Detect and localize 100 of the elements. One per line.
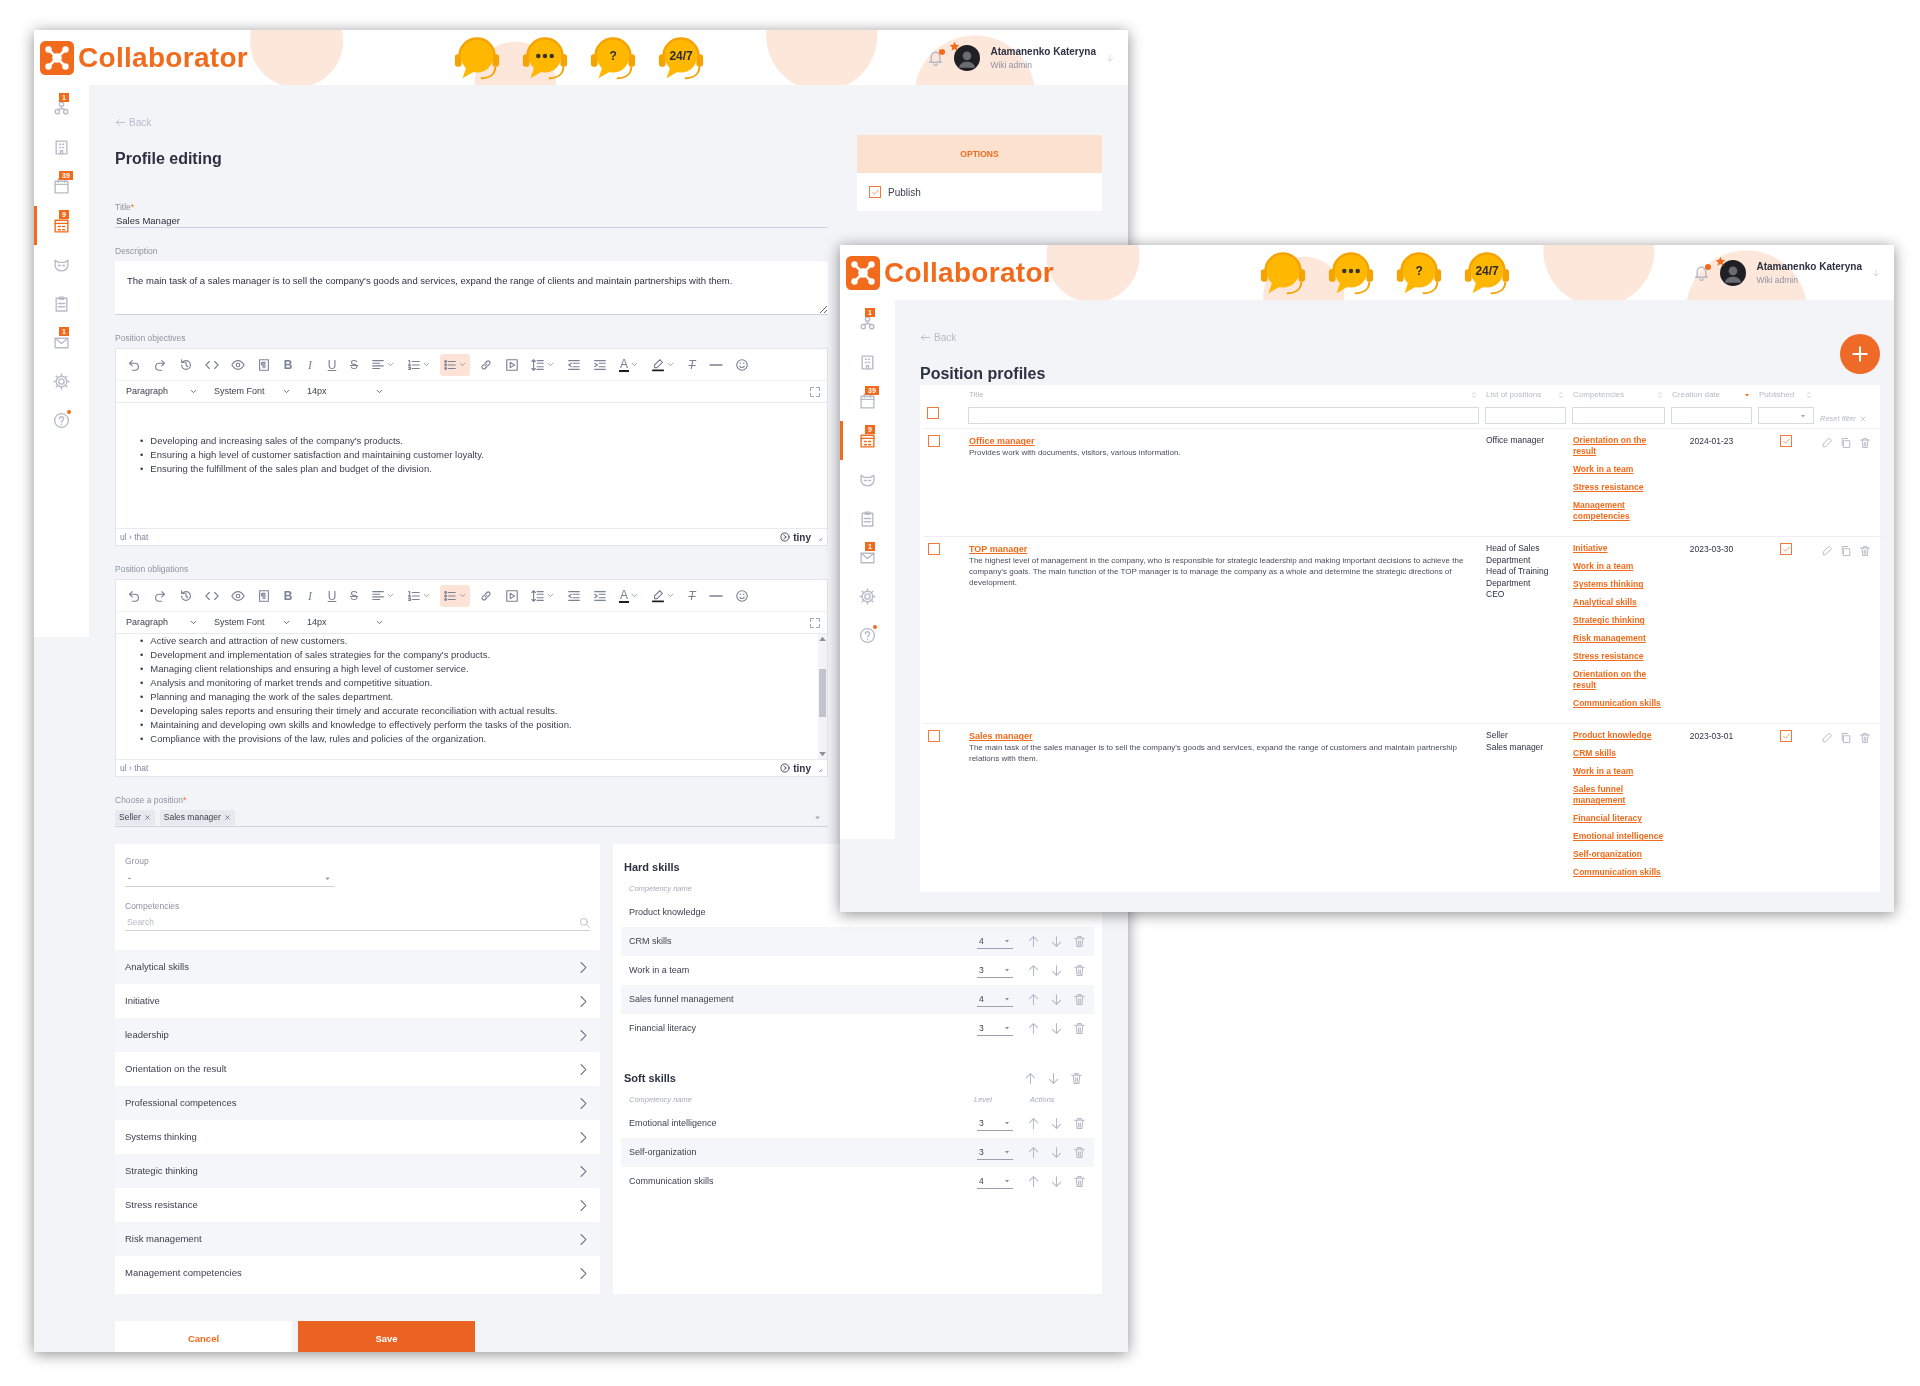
move-down-icon[interactable] — [1050, 964, 1063, 977]
group-select[interactable]: - — [125, 871, 335, 887]
title-field[interactable]: Sales Manager — [115, 213, 828, 228]
avatar[interactable] — [954, 44, 981, 71]
headset-button[interactable]: 24/7 — [652, 32, 711, 83]
published-checkbox[interactable] — [1780, 435, 1792, 448]
move-down-icon[interactable] — [1050, 935, 1063, 948]
delete-icon[interactable] — [1073, 1146, 1086, 1159]
remove-icon[interactable] — [223, 814, 231, 821]
scroll-thumb[interactable] — [819, 669, 826, 717]
level-select[interactable]: 4 — [977, 1174, 1013, 1189]
profile-title-link[interactable]: Sales manager — [969, 730, 1478, 743]
competency-link[interactable]: CRM skills — [1573, 748, 1664, 760]
toolbar-button[interactable]: I — [302, 584, 318, 607]
position-select[interactable]: Seller Sales manager — [115, 809, 828, 827]
add-button[interactable] — [1840, 334, 1880, 374]
competency-link[interactable]: Emotional intelligence — [1573, 831, 1664, 843]
delete-icon[interactable] — [1073, 1175, 1086, 1188]
delete-icon[interactable] — [1859, 732, 1871, 745]
headset-button[interactable]: 24/7 — [1458, 247, 1517, 298]
competency-link[interactable]: Communication skills — [1573, 698, 1664, 710]
toolbar-button[interactable]: U — [324, 584, 340, 607]
caret-icon[interactable] — [813, 813, 822, 822]
move-up-icon[interactable] — [1027, 1117, 1040, 1130]
move-down-icon[interactable] — [1050, 1117, 1063, 1130]
level-select[interactable]: 3 — [977, 1021, 1013, 1036]
sort-icon[interactable] — [1805, 391, 1813, 399]
competency-link[interactable]: Stress resistance — [1573, 651, 1664, 663]
delete-icon[interactable] — [1859, 545, 1871, 558]
edit-icon[interactable] — [1821, 732, 1833, 745]
toolbar-button[interactable]: T — [684, 353, 700, 376]
toolbar-button[interactable]: S — [346, 584, 362, 607]
delete-icon[interactable] — [1073, 964, 1086, 977]
competency-item[interactable]: Strategic thinking — [115, 1154, 600, 1188]
row-checkbox[interactable] — [928, 730, 940, 743]
edit-icon[interactable] — [1821, 437, 1833, 450]
scroll-up-icon[interactable] — [819, 636, 826, 641]
avatar[interactable] — [1720, 259, 1747, 286]
level-select[interactable]: 3 — [977, 963, 1013, 978]
move-up-icon[interactable] — [1024, 1071, 1037, 1085]
filter-field[interactable] — [1485, 407, 1566, 425]
competency-item[interactable]: Analytical skills — [115, 950, 600, 984]
move-up-icon[interactable] — [1027, 993, 1040, 1006]
copy-icon[interactable] — [1840, 545, 1852, 558]
competency-link[interactable]: Management competencies — [1573, 500, 1664, 523]
toolbar-button[interactable]: B — [280, 584, 296, 607]
delete-icon[interactable] — [1073, 1117, 1086, 1130]
scroll-down-icon[interactable] — [819, 752, 826, 757]
competency-link[interactable]: Sales funnel management — [1573, 784, 1664, 807]
row-checkbox[interactable] — [928, 543, 940, 556]
edit-icon[interactable] — [1821, 545, 1833, 558]
competency-link[interactable]: Product knowledge — [1573, 730, 1664, 742]
competency-item[interactable]: Professional competences — [115, 1086, 600, 1120]
competency-link[interactable]: Self-organization — [1573, 849, 1664, 861]
competency-item[interactable]: Risk management — [115, 1222, 600, 1256]
competency-link[interactable]: Analytical skills — [1573, 597, 1664, 609]
headset-button[interactable]: ? — [1390, 247, 1449, 298]
delete-icon[interactable] — [1073, 1022, 1086, 1035]
move-up-icon[interactable] — [1027, 935, 1040, 948]
copy-icon[interactable] — [1840, 437, 1852, 450]
move-down-icon[interactable] — [1050, 1175, 1063, 1188]
move-down-icon[interactable] — [1047, 1071, 1060, 1085]
toolbar-button[interactable]: I — [302, 353, 318, 376]
move-down-icon[interactable] — [1050, 1022, 1063, 1035]
filter-field[interactable] — [1671, 407, 1752, 425]
level-select[interactable]: 3 — [977, 1116, 1013, 1131]
fullscreen-icon[interactable] — [809, 385, 821, 398]
remove-icon[interactable] — [143, 814, 151, 821]
search-field[interactable]: Search — [125, 916, 579, 929]
competency-link[interactable]: Stress resistance — [1573, 482, 1664, 494]
dropdown-arrow-icon[interactable] — [1872, 268, 1880, 277]
filter-field[interactable] — [968, 407, 1479, 425]
save-button[interactable]: Save — [298, 1321, 475, 1352]
row-checkbox[interactable] — [928, 435, 940, 448]
bell-icon[interactable] — [927, 49, 945, 66]
competency-link[interactable]: Communication skills — [1573, 867, 1664, 879]
competency-link[interactable]: Work in a team — [1573, 464, 1664, 476]
move-up-icon[interactable] — [1027, 964, 1040, 977]
dropdown-arrow-icon[interactable] — [1106, 53, 1114, 62]
sort-down-icon[interactable] — [1743, 391, 1751, 399]
bell-icon[interactable] — [1693, 264, 1711, 281]
competency-link[interactable]: Initiative — [1573, 543, 1664, 555]
headset-button[interactable]: ? — [584, 32, 643, 83]
toolbar-button[interactable]: B — [280, 353, 296, 376]
publish-checkbox[interactable] — [869, 186, 881, 198]
filter-field[interactable] — [1572, 407, 1665, 425]
move-up-icon[interactable] — [1027, 1146, 1040, 1159]
level-select[interactable]: 4 — [977, 992, 1013, 1007]
published-checkbox[interactable] — [1780, 730, 1792, 743]
toolbar-button[interactable] — [440, 584, 470, 607]
description-field[interactable]: The main task of a sales manager is to sell the company's goods and services, expand the range of clients and maintain partnerships with them. — [115, 261, 828, 315]
toolbar-button[interactable]: S — [346, 353, 362, 376]
competency-link[interactable]: Orientation on the result — [1573, 669, 1664, 692]
level-select[interactable]: 4 — [977, 934, 1013, 949]
competency-item[interactable]: leadership — [115, 1018, 600, 1052]
competency-link[interactable]: Risk management — [1573, 633, 1664, 645]
competency-link[interactable]: Orientation on the result — [1573, 435, 1664, 458]
select-all-checkbox[interactable] — [927, 407, 939, 420]
competency-link[interactable]: Systems thinking — [1573, 579, 1664, 591]
move-up-icon[interactable] — [1027, 1022, 1040, 1035]
